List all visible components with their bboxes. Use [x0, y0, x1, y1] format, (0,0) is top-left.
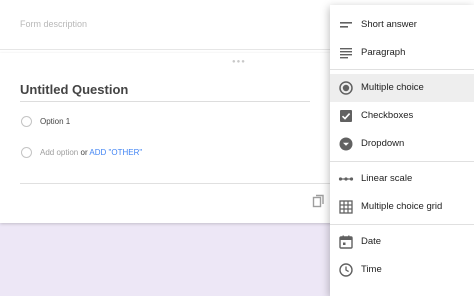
menu-item-label: Time	[361, 264, 382, 275]
menu-item-checkboxes[interactable]: Checkboxes	[330, 102, 474, 130]
question-title-underline	[20, 101, 310, 102]
linear-scale-icon	[338, 177, 354, 181]
duplicate-icon[interactable]	[312, 194, 326, 208]
radio-icon	[21, 147, 32, 158]
add-other-link[interactable]: ADD "OTHER"	[89, 148, 142, 157]
menu-item-label: Linear scale	[361, 173, 413, 184]
menu-divider	[330, 224, 474, 225]
radio-icon	[21, 116, 32, 127]
menu-item-date[interactable]: Date	[330, 228, 474, 256]
menu-item-label: Checkboxes	[361, 110, 414, 121]
grid-icon	[339, 200, 353, 214]
question-title-input[interactable]: Untitled Question	[20, 82, 128, 97]
menu-item-label: Date	[361, 236, 382, 247]
paragraph-icon	[340, 48, 352, 59]
card-divider	[20, 183, 330, 184]
add-option-row: Add option or ADD "OTHER"	[40, 148, 142, 157]
menu-item-linear-scale[interactable]: Linear scale	[330, 165, 474, 193]
menu-item-paragraph[interactable]: Paragraph	[330, 39, 474, 67]
or-label: or	[80, 148, 88, 157]
drag-handle-icon[interactable]: ●●●	[232, 59, 246, 65]
short-answer-icon	[340, 22, 352, 28]
menu-item-label: Short answer	[361, 19, 417, 30]
checkbox-icon	[340, 110, 352, 122]
menu-item-dropdown[interactable]: Dropdown	[330, 130, 474, 158]
menu-item-time[interactable]: Time	[330, 256, 474, 284]
clock-icon	[339, 263, 353, 277]
menu-item-multiple-choice-grid[interactable]: Multiple choice grid	[330, 193, 474, 221]
radio-button-icon	[339, 81, 353, 95]
menu-item-multiple-choice[interactable]: Multiple choice	[330, 74, 474, 102]
calendar-icon	[339, 235, 353, 249]
form-description-field[interactable]: Form description	[20, 19, 87, 29]
option-1-input[interactable]: Option 1	[40, 117, 70, 126]
menu-item-label: Dropdown	[361, 138, 405, 149]
menu-item-label: Multiple choice	[361, 82, 424, 93]
menu-divider	[330, 69, 474, 70]
menu-divider	[330, 161, 474, 162]
dropdown-circle-icon	[339, 137, 353, 151]
add-option-input[interactable]: Add option	[40, 148, 78, 157]
menu-item-label: Multiple choice grid	[361, 201, 443, 212]
question-type-menu: Short answer Paragraph Multiple choice C…	[330, 5, 474, 296]
menu-item-label: Paragraph	[361, 47, 406, 58]
menu-item-short-answer[interactable]: Short answer	[330, 11, 474, 39]
